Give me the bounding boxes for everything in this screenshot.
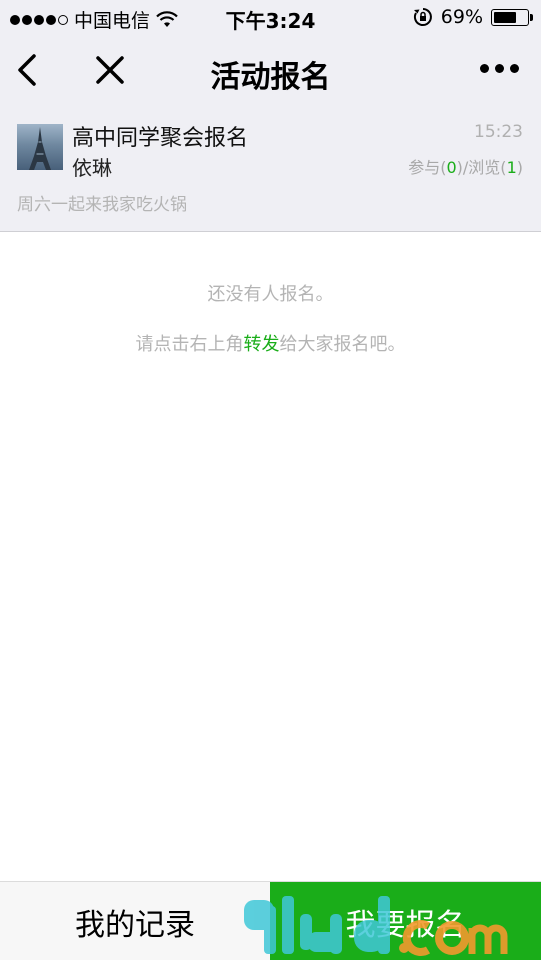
stats-view-label: )/浏览( bbox=[456, 158, 507, 177]
activity-time: 15:23 bbox=[474, 122, 523, 142]
status-right: 69% bbox=[413, 6, 533, 28]
stats-join-label: 参与( bbox=[408, 158, 447, 177]
empty-message: 还没有人报名。 bbox=[207, 284, 334, 305]
hint-after: 给大家报名吧。 bbox=[279, 334, 406, 355]
my-records-button[interactable]: 我的记录 bbox=[0, 882, 270, 960]
join-count: 0 bbox=[446, 158, 457, 177]
activity-card[interactable]: 高中同学聚会报名 依琳 15:23 参与(0)/浏览(1) 周六一起来我家吃火锅 bbox=[0, 106, 541, 232]
page-title: 活动报名 bbox=[210, 60, 331, 95]
rotation-lock-icon bbox=[413, 8, 432, 26]
activity-title: 高中同学聚会报名 bbox=[72, 126, 249, 151]
empty-hint: 请点击右上角转发给大家报名吧。 bbox=[0, 330, 541, 356]
status-bar: 中国电信 下午3:24 69% bbox=[0, 0, 541, 36]
activity-description: 周六一起来我家吃火锅 bbox=[17, 195, 187, 215]
eiffel-tower-icon bbox=[29, 127, 51, 170]
stats-close: ) bbox=[516, 158, 523, 177]
signup-button[interactable]: 我要报名 bbox=[270, 882, 541, 960]
more-icon[interactable] bbox=[480, 64, 519, 73]
avatar bbox=[17, 124, 63, 170]
nav-bar: 活动报名 bbox=[0, 36, 541, 106]
view-count: 1 bbox=[506, 158, 517, 177]
activity-stats: 参与(0)/浏览(1) bbox=[408, 154, 523, 178]
forward-link[interactable]: 转发 bbox=[244, 334, 280, 355]
battery-level bbox=[494, 11, 517, 23]
battery-icon bbox=[491, 8, 533, 26]
battery-percentage: 69% bbox=[440, 6, 483, 28]
bottom-bar: 我的记录 我要报名 bbox=[0, 881, 541, 960]
hint-before: 请点击右上角 bbox=[135, 334, 244, 355]
activity-author: 依琳 bbox=[72, 156, 112, 180]
